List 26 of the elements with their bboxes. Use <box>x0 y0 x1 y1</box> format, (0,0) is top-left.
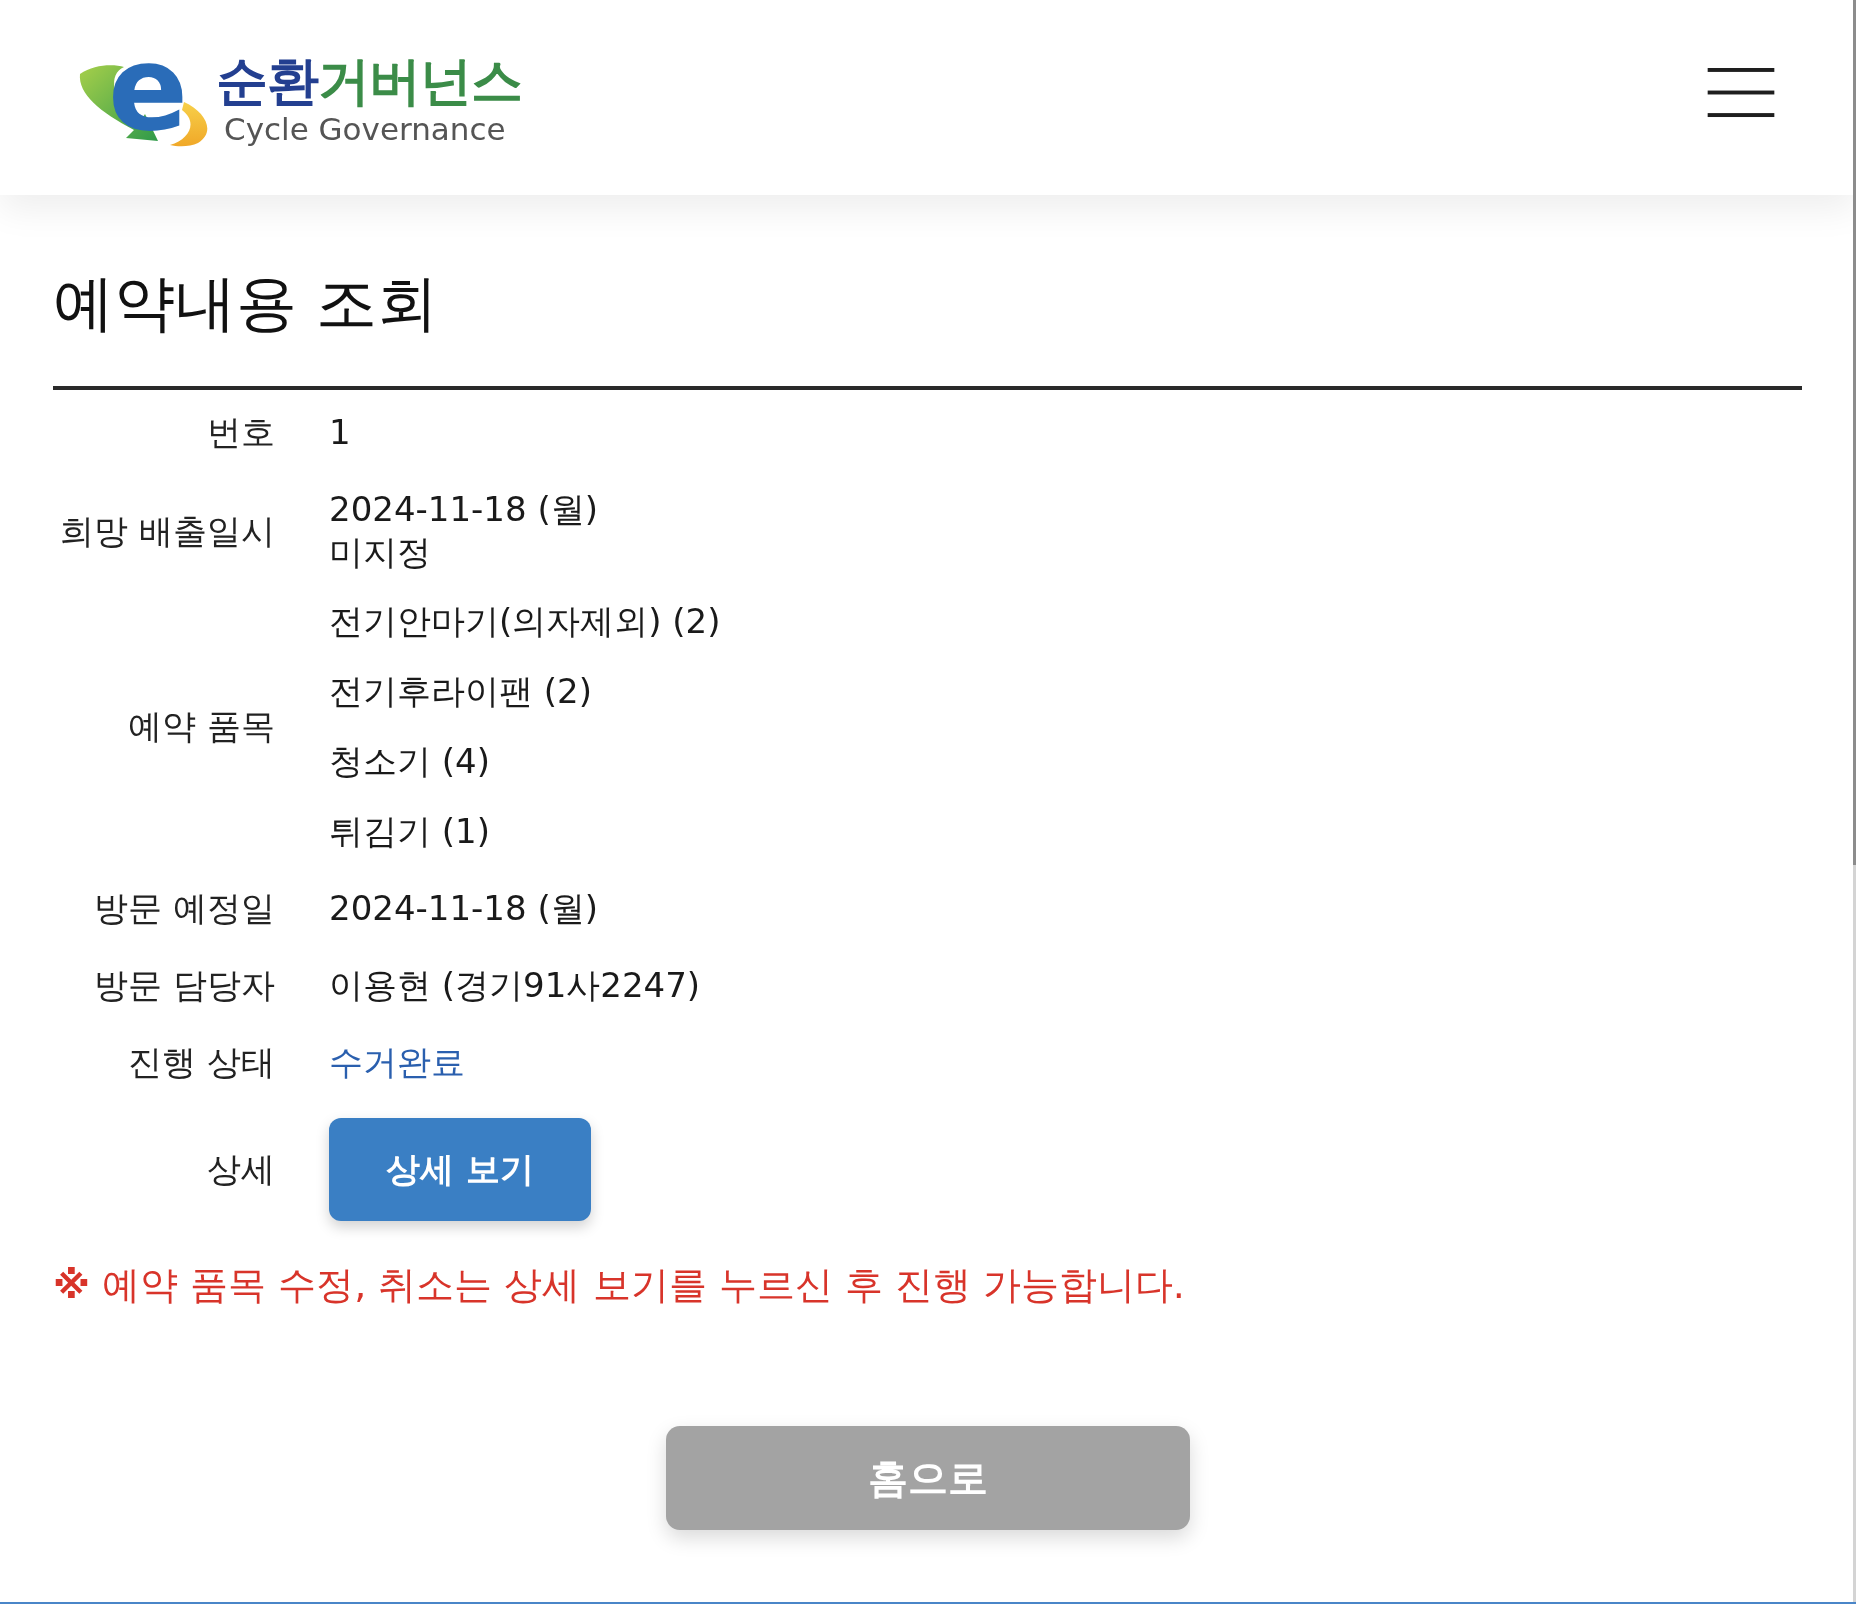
item-entry: 전기안마기(의자제외) (2) <box>329 600 721 643</box>
field-label: 상세 <box>206 1148 275 1191</box>
detail-button[interactable]: 상세 보기 <box>329 1118 591 1221</box>
logo-name-text: 거버넌스 <box>318 51 522 110</box>
logo-tagline: Cycle Governance <box>224 109 506 148</box>
field-label: 진행 상태 <box>127 1041 275 1084</box>
home-button[interactable]: 홈으로 <box>665 1426 1190 1530</box>
field-label: 번호 <box>206 411 275 454</box>
field-value: 2024-11-18 (월) <box>329 887 598 930</box>
field-label: 희망 배출일시 <box>59 509 275 553</box>
item-entry: 튀김기 (1) <box>329 810 490 853</box>
item-entry: 전기후라이팬 (2) <box>329 670 592 713</box>
field-value: 1 <box>329 411 351 454</box>
field-label: 예약 품목 <box>127 705 275 748</box>
scrollbar-thumb[interactable] <box>1853 0 1856 865</box>
field-value: 미지정 <box>329 531 431 574</box>
notice-text: ※ 예약 품목 수정, 취소는 상세 보기를 누르신 후 진행 가능합니다. <box>53 1262 1186 1309</box>
field-label: 방문 예정일 <box>93 887 275 930</box>
field-label: 방문 담당자 <box>93 964 275 1007</box>
logo-name-text: 순환 <box>216 51 318 110</box>
status-text: 수거완료 <box>329 1041 465 1084</box>
item-entry: 청소기 (4) <box>329 740 490 783</box>
page-title: 예약내용 조회 <box>53 266 440 340</box>
field-value: 이용현 (경기91사2247) <box>329 964 701 1007</box>
field-value: 2024-11-18 (월) <box>329 488 598 531</box>
menu-icon[interactable] <box>1707 67 1775 118</box>
